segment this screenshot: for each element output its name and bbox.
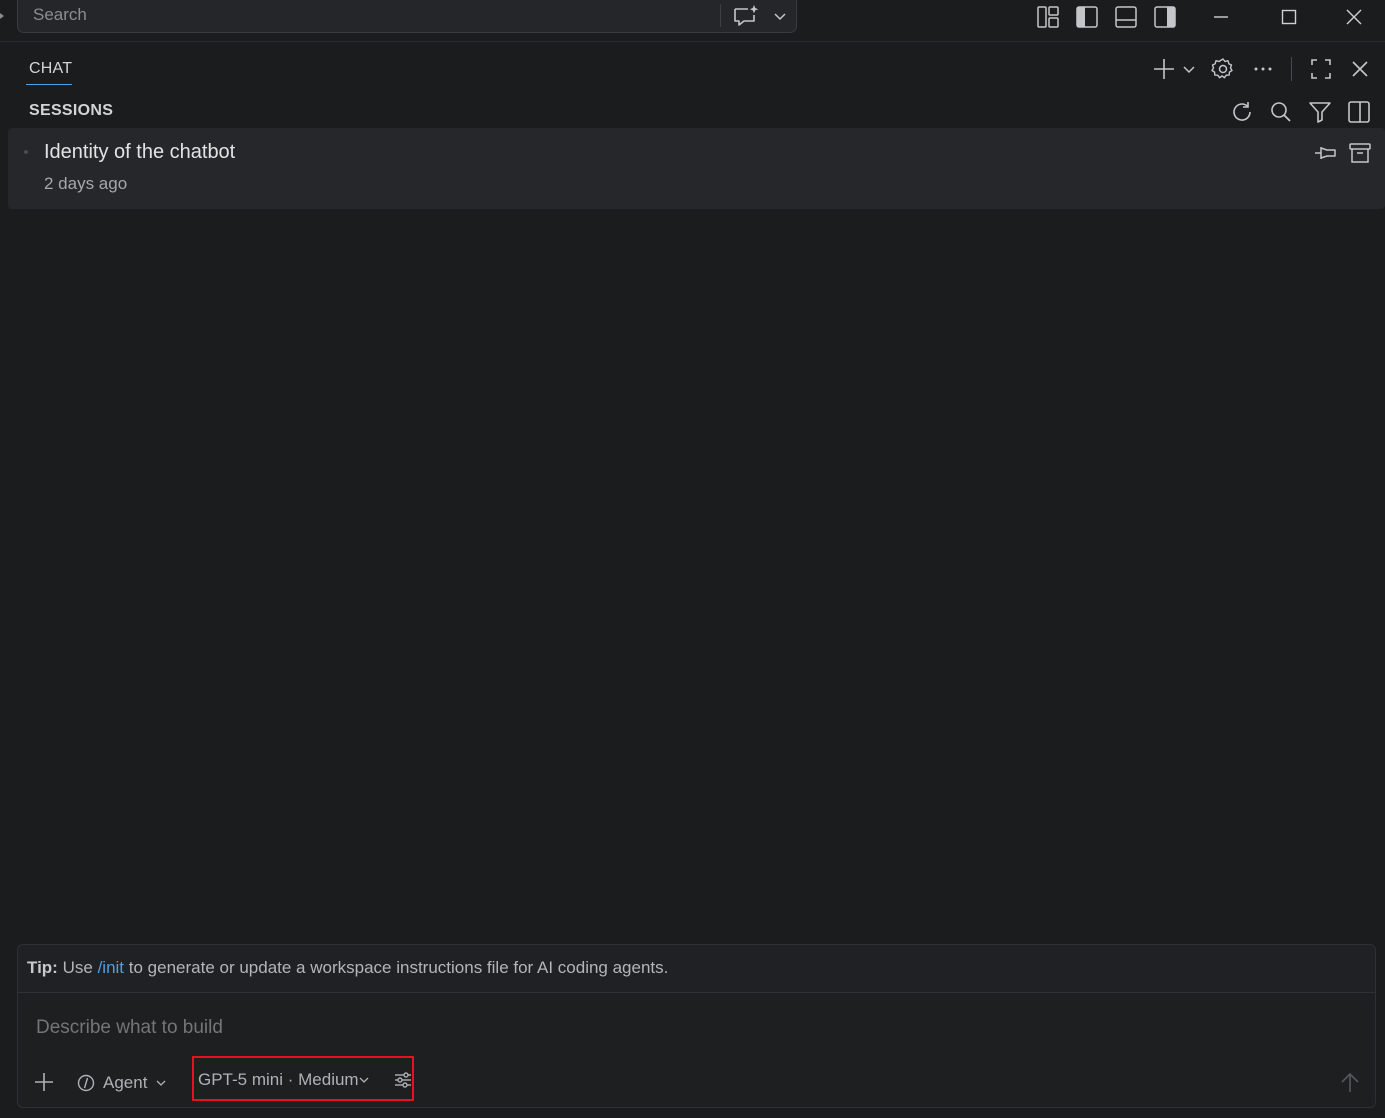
chevron-down-icon[interactable] (1180, 59, 1198, 79)
caret-right-icon (0, 13, 4, 19)
chevron-down-icon (156, 1080, 166, 1086)
agent-mode-icon (77, 1074, 95, 1092)
title-bar: Search (0, 0, 1385, 42)
mode-picker-button[interactable]: Agent (76, 1071, 168, 1095)
search-divider (720, 4, 721, 27)
minimize-icon (1214, 16, 1228, 18)
maximize-icon (1281, 9, 1297, 25)
maximize-panel-icon[interactable] (1308, 56, 1334, 82)
refresh-icon[interactable] (1229, 99, 1255, 125)
tab-chat[interactable]: CHAT (29, 60, 72, 78)
tip-command-link[interactable]: /init (98, 958, 124, 977)
session-title: Identity of the chatbot (44, 141, 236, 163)
close-icon[interactable] (1347, 56, 1373, 82)
configure-tools-icon[interactable] (392, 1069, 414, 1091)
chat-prompt-input[interactable] (34, 1016, 1334, 1040)
archive-icon[interactable] (1347, 141, 1373, 165)
gear-icon[interactable] (1210, 56, 1236, 82)
add-context-icon[interactable] (31, 1069, 57, 1095)
toggle-sessions-layout-icon[interactable] (1346, 99, 1372, 125)
session-status-dot (24, 150, 28, 154)
mode-label: Agent (103, 1073, 148, 1092)
tip-text-post: to generate or update a workspace instru… (128, 958, 669, 977)
filter-icon[interactable] (1307, 99, 1333, 125)
send-arrow-icon[interactable] (1336, 1069, 1364, 1097)
session-item[interactable]: Identity of the chatbot 2 days ago (8, 128, 1385, 209)
command-center-search[interactable]: Search (17, 0, 797, 33)
close-icon (1346, 9, 1362, 25)
close-window-button[interactable] (1323, 0, 1385, 34)
pin-icon[interactable] (1313, 141, 1339, 165)
toggle-secondary-sidebar-icon[interactable] (1152, 5, 1178, 29)
tip-label: Tip: (27, 958, 58, 977)
sessions-heading: SESSIONS (29, 102, 114, 119)
session-timestamp: 2 days ago (44, 174, 128, 193)
toggle-panel-icon[interactable] (1113, 5, 1139, 29)
tip-bar: Tip: Use /init to generate or update a w… (18, 945, 1375, 993)
tip-text-pre: Use (62, 958, 93, 977)
search-icon[interactable] (1268, 99, 1294, 125)
more-actions-icon[interactable] (1250, 56, 1276, 82)
chat-sparkle-icon[interactable] (731, 3, 761, 29)
chevron-down-icon (359, 1077, 369, 1083)
active-tab-indicator (26, 84, 72, 85)
new-chat-icon[interactable] (1151, 56, 1177, 82)
model-label: GPT-5 mini · Medium (198, 1070, 359, 1089)
chevron-down-icon[interactable] (770, 6, 790, 26)
minimize-button[interactable] (1190, 0, 1252, 34)
model-picker-button[interactable]: GPT-5 mini · Medium (192, 1056, 414, 1101)
tip-text: Tip: Use /init to generate or update a w… (27, 958, 668, 978)
chat-input-panel: Tip: Use /init to generate or update a w… (17, 944, 1376, 1108)
customize-layout-icon[interactable] (1035, 5, 1061, 29)
toggle-primary-sidebar-icon[interactable] (1074, 5, 1100, 29)
toolbar-separator (1291, 57, 1292, 81)
search-input[interactable]: Search (33, 5, 87, 25)
maximize-button[interactable] (1258, 0, 1320, 34)
